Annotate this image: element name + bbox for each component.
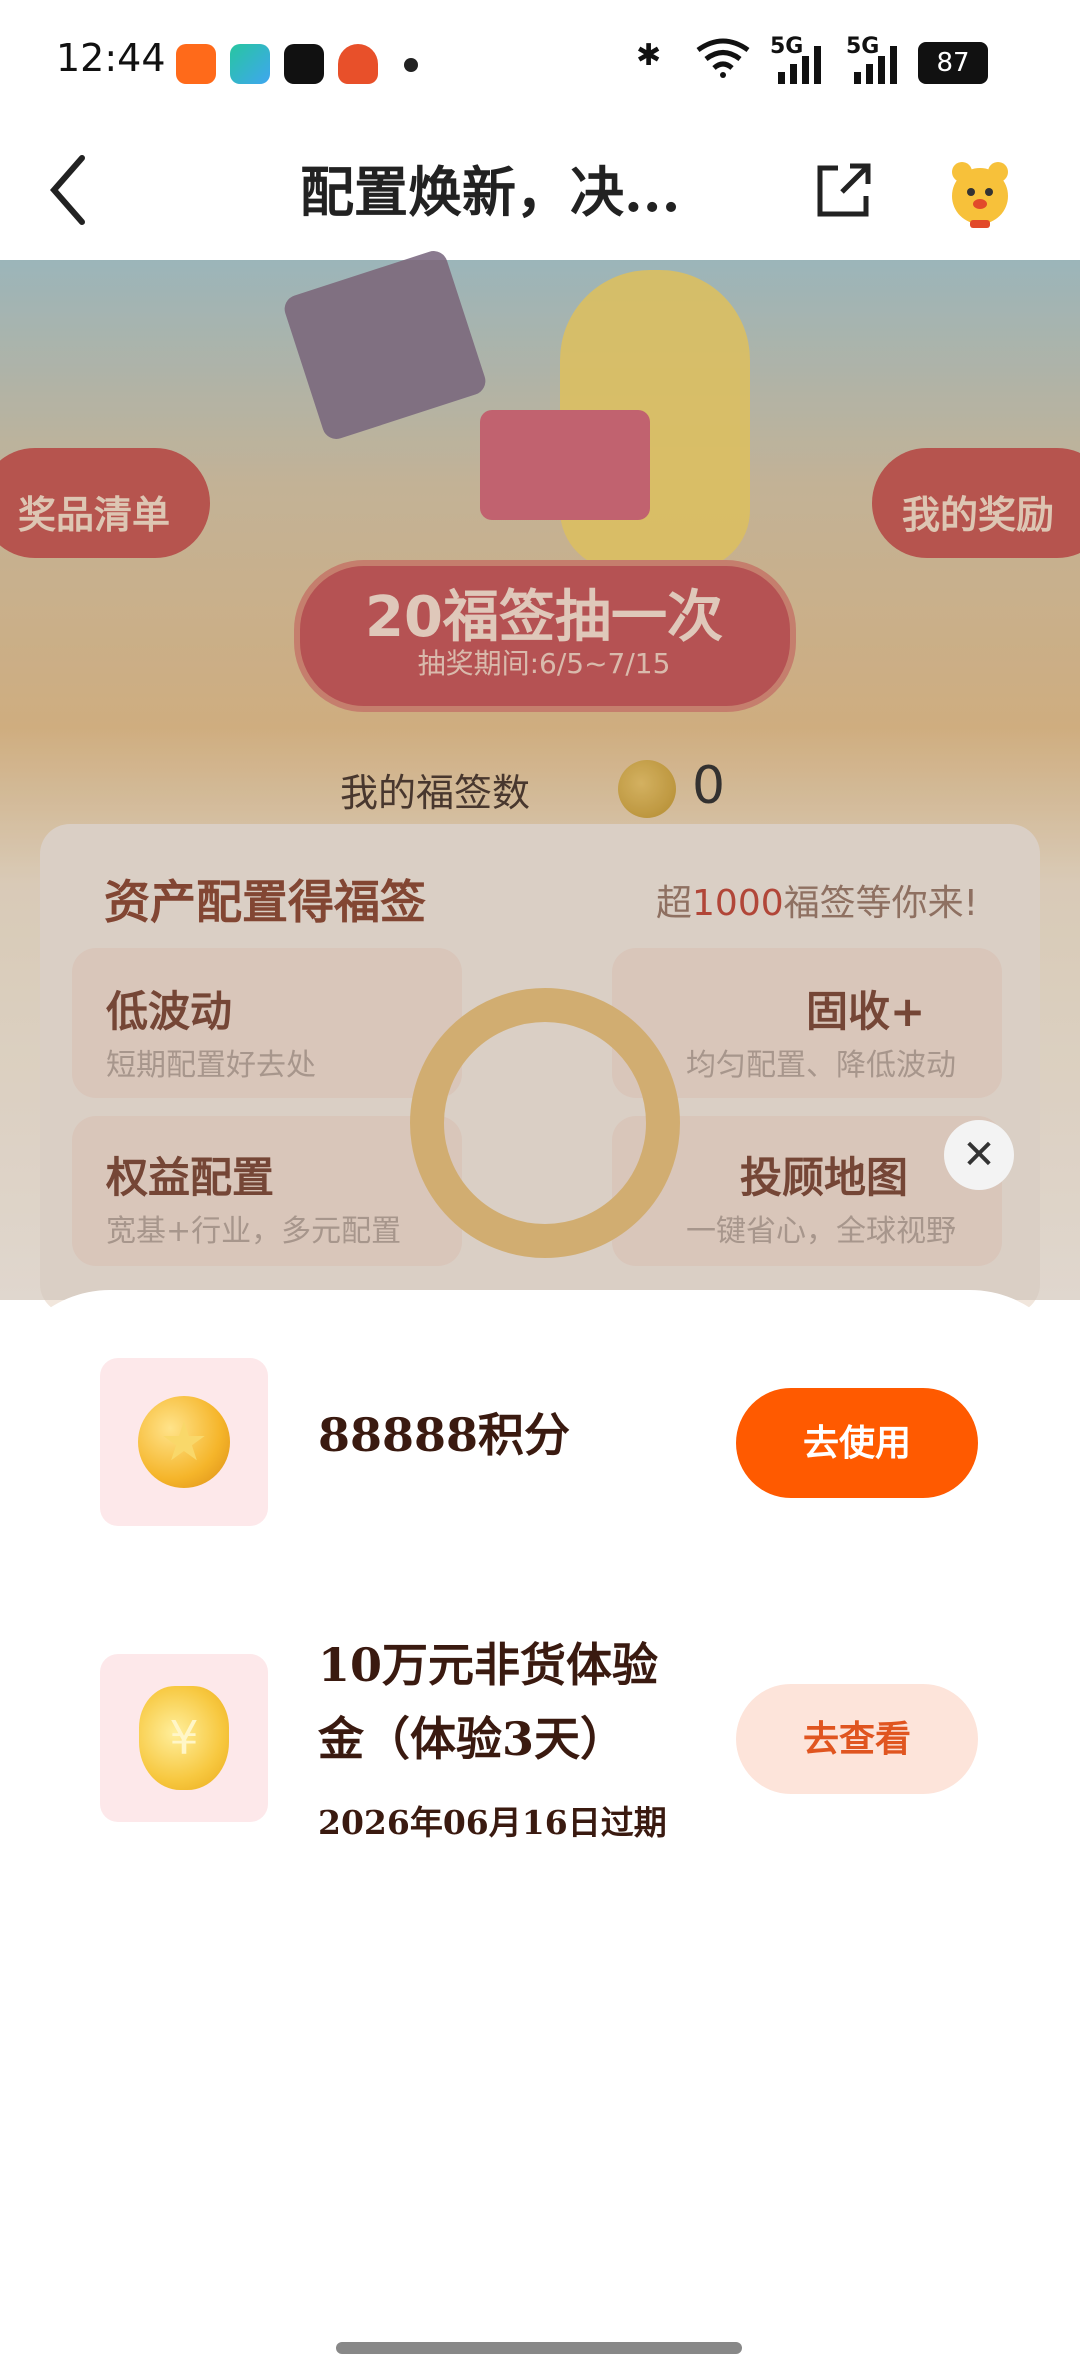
bluetooth-icon: ✱ [636,38,662,73]
reward-icon-box: ¥ [100,1654,268,1822]
home-indicator[interactable] [336,2342,742,2354]
view-reward-button[interactable]: 去查看 [736,1684,978,1794]
reward-name-line2: 金（体验3天） [318,1712,627,1766]
coin-icon: ★ [138,1396,230,1488]
more-notifications-icon [404,58,418,72]
back-icon[interactable] [44,152,92,232]
use-reward-button[interactable]: 去使用 [736,1388,978,1498]
mascot-avatar-icon[interactable] [940,152,1020,236]
reward-expiry: 2026年06月16日过期 [318,1803,667,1842]
money-bag-icon: ¥ [139,1686,229,1790]
signal-icon [776,44,828,88]
status-time: 12:44 [56,36,166,80]
close-icon[interactable]: ✕ [944,1120,1014,1190]
app-notification-icon [176,44,216,84]
tiktok-icon [284,44,324,84]
battery-indicator: 87 [918,42,988,84]
reward-name: 88888积分 [318,1408,571,1462]
signal-icon [852,44,904,88]
reward-icon-box: ★ [100,1358,268,1526]
app-notification-icon [338,44,378,84]
reward-name-line1: 10万元非货体验 [318,1638,659,1692]
page-title: 配置焕新，决... [300,160,681,224]
modal-overlay[interactable] [0,260,1080,1300]
app-notification-icon [230,44,270,84]
wifi-icon [696,38,750,86]
share-icon[interactable] [812,160,874,226]
